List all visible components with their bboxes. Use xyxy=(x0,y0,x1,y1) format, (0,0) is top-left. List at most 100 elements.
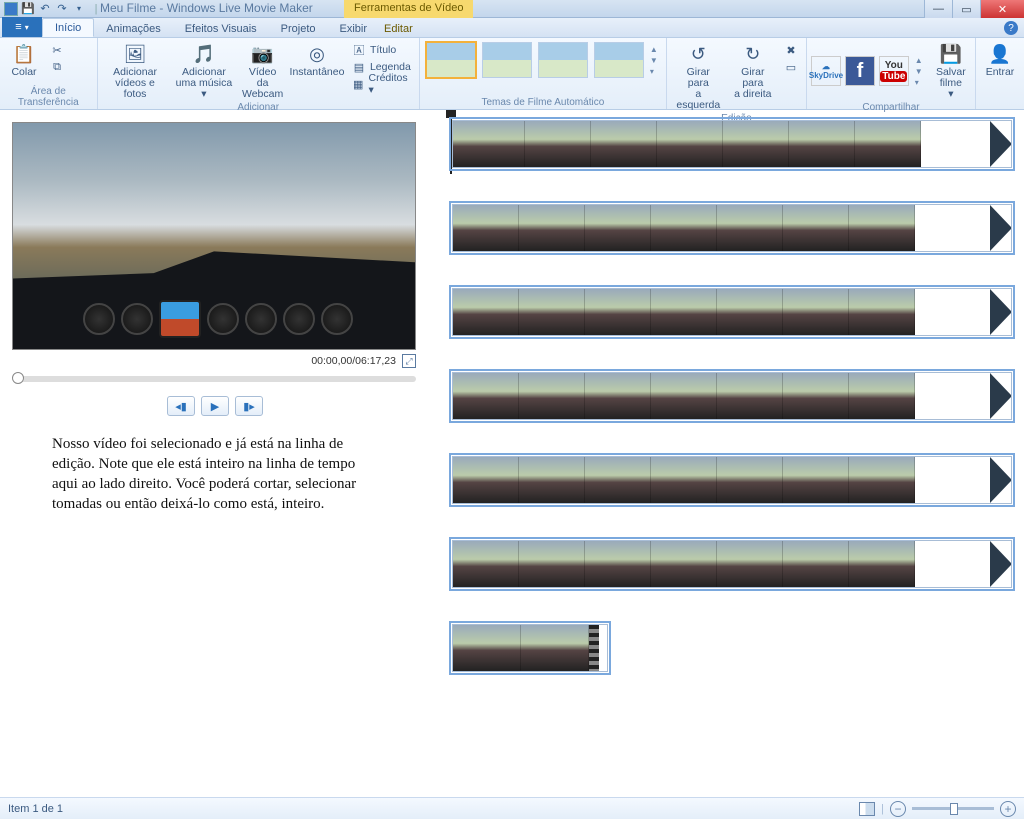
qat-save-icon[interactable]: 💾 xyxy=(21,2,35,16)
contextual-tab-label: Ferramentas de Vídeo xyxy=(344,0,473,18)
video-preview[interactable] xyxy=(12,122,416,350)
title-button[interactable]: 🄰Título xyxy=(350,42,413,58)
prev-frame-button[interactable]: ◂▮ xyxy=(167,396,195,416)
group-edit: ↺ Girar para a esquerda ↻ Girar para a d… xyxy=(667,38,807,109)
delete-icon: ✖ xyxy=(784,43,798,57)
clip-strip-5[interactable] xyxy=(452,456,1012,504)
tab-animacoes[interactable]: Animações xyxy=(94,20,172,37)
clip-frame xyxy=(519,457,585,503)
add-music-button[interactable]: 🎵 Adicionar uma música ▾ xyxy=(171,40,238,102)
fullscreen-icon[interactable]: ⤢ xyxy=(402,354,416,368)
tab-efeitos[interactable]: Efeitos Visuais xyxy=(173,20,269,37)
group-signin: 👤 Entrar xyxy=(976,38,1024,109)
zoom-in-button[interactable]: + xyxy=(1000,801,1016,817)
tab-editar[interactable]: Editar xyxy=(372,20,425,37)
copy-icon: ⧉ xyxy=(50,60,64,74)
share-skydrive-button[interactable]: ☁SkyDrive xyxy=(811,56,841,86)
themes-scroll[interactable]: ▲▼▾ xyxy=(648,45,662,76)
help-icon[interactable]: ? xyxy=(1004,21,1018,35)
clip-strip-3[interactable] xyxy=(452,288,1012,336)
status-bar: Item 1 de 1 | − + xyxy=(0,797,1024,819)
share-youtube-button[interactable]: YouTube xyxy=(879,56,909,86)
qat-dropdown-icon[interactable]: ▾ xyxy=(72,2,86,16)
zoom-controls: | − + xyxy=(859,801,1016,817)
continue-arrow-icon xyxy=(990,541,1012,587)
title-bar: 💾 ↶ ↷ ▾ | Meu Filme - Windows Live Movie… xyxy=(0,0,1024,18)
signin-button[interactable]: 👤 Entrar xyxy=(980,40,1020,80)
storyboard-pane[interactable] xyxy=(430,110,1024,797)
theme-thumb-1[interactable] xyxy=(426,42,476,78)
credits-button[interactable]: ▦Créditos ▾ xyxy=(350,76,413,92)
qat-redo-icon[interactable]: ↷ xyxy=(55,2,69,16)
clip-strip-4[interactable] xyxy=(452,372,1012,420)
clip-strip-6[interactable] xyxy=(452,540,1012,588)
clip-frame xyxy=(525,121,591,167)
snapshot-button[interactable]: ◎ Instantâneo xyxy=(288,40,346,80)
clip-frame xyxy=(519,205,585,251)
webcam-button[interactable]: 📷 Vídeo da Webcam xyxy=(239,40,286,102)
clip-frame xyxy=(783,205,849,251)
play-button[interactable]: ▶ xyxy=(201,396,229,416)
theme-thumb-3[interactable] xyxy=(538,42,588,78)
clipboard-icon: 📋 xyxy=(12,42,36,66)
theme-thumb-4[interactable] xyxy=(594,42,644,78)
clip-frame xyxy=(723,121,789,167)
scissors-icon: ✂ xyxy=(50,43,64,57)
clip-strip-2[interactable] xyxy=(452,204,1012,252)
seek-thumb[interactable] xyxy=(12,372,24,384)
webcam-icon: 📷 xyxy=(251,42,275,66)
copy-button[interactable]: ⧉ xyxy=(48,59,66,75)
app-name: Windows Live Movie Maker xyxy=(167,1,313,15)
clip-strip-1[interactable] xyxy=(452,120,1012,168)
maximize-button[interactable]: ▭ xyxy=(952,0,980,18)
next-frame-button[interactable]: ▮▸ xyxy=(235,396,263,416)
attitude-indicator-icon xyxy=(159,300,201,338)
delete-button[interactable]: ✖ xyxy=(782,42,800,58)
clip-frame xyxy=(717,205,783,251)
clip-frame xyxy=(519,373,585,419)
zoom-thumb[interactable] xyxy=(950,803,958,815)
ribbon-tab-strip: ≡ Início Animações Efeitos Visuais Proje… xyxy=(0,18,1024,38)
clip-frame xyxy=(453,541,519,587)
tutorial-caption: Nosso vídeo foi selecionado e já está na… xyxy=(52,434,378,514)
continue-arrow-icon xyxy=(990,205,1012,251)
status-item-count: Item 1 de 1 xyxy=(8,803,63,815)
clip-frame xyxy=(651,289,717,335)
clip-frame xyxy=(651,457,717,503)
clip-frame xyxy=(453,625,521,671)
qat-app-icon[interactable] xyxy=(4,2,18,16)
group-label-clipboard: Área de Transferência xyxy=(4,86,93,109)
window-title: Meu Filme - Windows Live Movie Maker xyxy=(100,1,313,15)
select-all-button[interactable]: ▭ xyxy=(782,59,800,75)
theme-thumb-2[interactable] xyxy=(482,42,532,78)
cut-button[interactable]: ✂ xyxy=(48,42,66,58)
tab-inicio[interactable]: Início xyxy=(42,18,94,37)
paste-button[interactable]: 📋 Colar xyxy=(4,40,44,80)
rotate-right-button[interactable]: ↻ Girar para a direita xyxy=(728,40,778,102)
file-icon: ≡ xyxy=(15,21,21,33)
clip-frame xyxy=(849,541,915,587)
share-facebook-button[interactable]: f xyxy=(845,56,875,86)
rotate-left-button[interactable]: ↺ Girar para a esquerda xyxy=(671,40,726,113)
add-videos-button[interactable]: 🖼 Adicionar vídeos e fotos xyxy=(102,40,169,102)
zoom-slider[interactable] xyxy=(912,807,994,810)
clip-frame xyxy=(591,121,657,167)
clip-frame xyxy=(849,373,915,419)
tab-projeto[interactable]: Projeto xyxy=(269,20,328,37)
close-button[interactable]: ✕ xyxy=(980,0,1024,18)
minimize-button[interactable]: — xyxy=(924,0,952,18)
share-scroll[interactable]: ▲▼▾ xyxy=(913,56,927,87)
clip-strip-end[interactable] xyxy=(452,624,608,672)
clip-frame xyxy=(717,373,783,419)
rotate-right-icon: ↻ xyxy=(741,42,765,66)
file-menu-button[interactable]: ≡ xyxy=(2,17,42,37)
playback-controls: ◂▮ ▶ ▮▸ xyxy=(12,396,418,416)
title-icon: 🄰 xyxy=(352,43,366,57)
seek-bar[interactable] xyxy=(12,376,416,382)
ribbon: 📋 Colar ✂ ⧉ Área de Transferência 🖼 Adic… xyxy=(0,38,1024,110)
qat-undo-icon[interactable]: ↶ xyxy=(38,2,52,16)
save-movie-button[interactable]: 💾 Salvar filme ▾ xyxy=(931,40,971,102)
clip-frame xyxy=(783,457,849,503)
view-mode-icon[interactable] xyxy=(859,802,875,816)
zoom-out-button[interactable]: − xyxy=(890,801,906,817)
